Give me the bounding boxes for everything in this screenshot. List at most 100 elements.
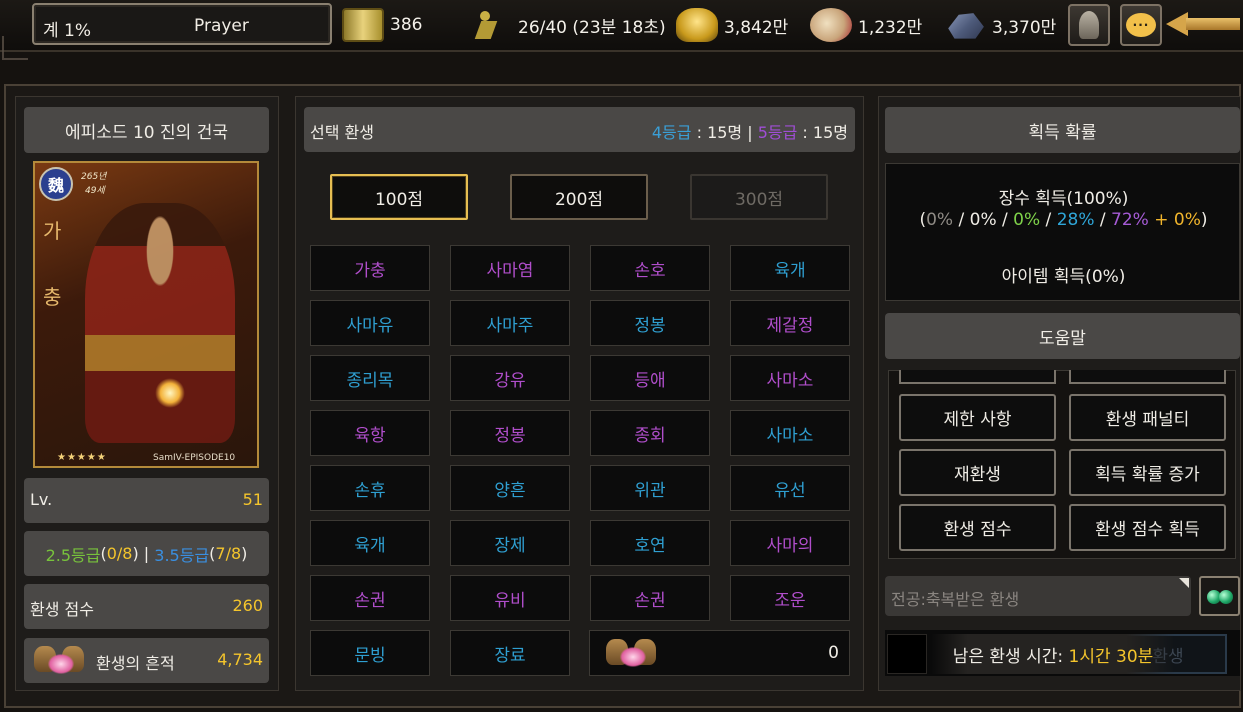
top-bar: 계 1% Prayer 386 26/40 (23분 18초) 3,842만 1…: [0, 0, 1243, 52]
trace-value: 4,734: [217, 650, 263, 669]
general-button[interactable]: 손휴: [310, 465, 430, 511]
grade-row: 2.5등급(0/8) | 3.5등급(7/8): [24, 531, 269, 576]
resource-value: 3,842만: [724, 17, 789, 38]
rate-value: 0%: [1013, 210, 1041, 230]
general-button[interactable]: 육항: [310, 410, 430, 456]
help-score-button[interactable]: 환생 점수: [899, 504, 1056, 551]
helmet-icon: [1079, 11, 1099, 39]
trace-cost-slot: 0: [589, 630, 850, 676]
trace-label: 환생의 흔적: [96, 654, 175, 673]
general-button[interactable]: 조운: [730, 575, 850, 621]
general-button[interactable]: 문빙: [310, 630, 430, 676]
general-button[interactable]: 강유: [450, 355, 570, 401]
back-arrow-button[interactable]: [1166, 10, 1240, 38]
help-rate-increase-button[interactable]: 획득 확률 증가: [1069, 449, 1226, 496]
points-200-button[interactable]: 200점: [510, 174, 648, 220]
grade4-label: 4등급: [651, 123, 692, 142]
episode-title: 에피소드 10 진의 건국: [24, 107, 269, 153]
general-button[interactable]: 종리목: [310, 355, 430, 401]
help-score-earn-button[interactable]: 환생 점수 획득: [1069, 504, 1226, 551]
general-button[interactable]: 손호: [590, 245, 710, 291]
general-button[interactable]: 육개: [310, 520, 430, 566]
general-button[interactable]: 사마소: [730, 410, 850, 456]
status-box[interactable]: 계 1% Prayer: [32, 3, 332, 45]
general-button[interactable]: 위관: [590, 465, 710, 511]
timer-value: 1시간 30분: [1068, 646, 1154, 667]
grade-b-count: 7/8: [215, 544, 242, 563]
general-button[interactable]: 정봉: [450, 410, 570, 456]
general-button[interactable]: 등애: [590, 355, 710, 401]
corner-ornament: [2, 36, 28, 60]
general-button[interactable]: 사마소: [730, 355, 850, 401]
grade5-label: 5등급: [757, 123, 798, 142]
level-row: Lv. 51: [24, 478, 269, 523]
general-button[interactable]: 육개: [730, 245, 850, 291]
general-button[interactable]: 양흔: [450, 465, 570, 511]
resource-value: 1,232만: [858, 17, 923, 38]
general-acquisition: 장수 획득(100%): [998, 189, 1129, 209]
card-name-char: 충: [43, 285, 62, 309]
help-rebirth-again-button[interactable]: 재환생: [899, 449, 1056, 496]
general-button[interactable]: 제갈정: [730, 300, 850, 346]
chat-bubble-icon: ···: [1126, 13, 1156, 37]
general-button[interactable]: 사마의: [730, 520, 850, 566]
general-button[interactable]: 호연: [590, 520, 710, 566]
rate-value: 0%: [926, 210, 954, 230]
rebirth-timer: 남은 환생 시간: 1시간 30분: [931, 634, 1175, 674]
orb-button[interactable]: [1199, 576, 1240, 616]
paren: ): [241, 544, 248, 563]
general-button[interactable]: 손권: [590, 575, 710, 621]
general-button[interactable]: 장료: [450, 630, 570, 676]
points-300-button[interactable]: 300점: [690, 174, 828, 220]
general-button[interactable]: 사마염: [450, 245, 570, 291]
help-button-partial[interactable]: [899, 370, 1056, 384]
resource-value: 3,370만: [992, 17, 1057, 38]
grade4-count: : 15명 |: [691, 123, 758, 142]
general-button[interactable]: 장제: [450, 520, 570, 566]
general-button[interactable]: 가충: [310, 245, 430, 291]
rarity-stars: ★★★★★: [57, 452, 107, 463]
level-label: Lv.: [30, 490, 53, 509]
iron-icon: [948, 13, 984, 39]
grade-b-label: 3.5등급: [154, 545, 210, 565]
status-percent: 계 1%: [43, 21, 92, 41]
food-icon: [810, 8, 852, 42]
trace-icon: [604, 635, 662, 671]
rate-value: 0%: [1173, 210, 1201, 230]
resource-value: 26/40 (23분 18초): [518, 17, 666, 38]
separator: /: [1040, 210, 1057, 230]
separator: |: [138, 544, 155, 563]
separator: /: [996, 210, 1014, 230]
score-value: 260: [232, 596, 263, 615]
timer-label: 남은 환생 시간:: [952, 646, 1069, 667]
profile-button[interactable]: [1068, 4, 1110, 46]
selection-title: 선택 환생: [310, 123, 374, 142]
card-tag: SamIV-EPISODE10: [153, 453, 236, 463]
help-button-partial[interactable]: [1069, 370, 1226, 384]
general-button[interactable]: 유비: [450, 575, 570, 621]
grade-a-count: 0/8: [106, 544, 133, 563]
grade5-count: : 15명: [797, 123, 848, 142]
points-100-button[interactable]: 100점: [330, 174, 468, 220]
help-penalty-button[interactable]: 환생 패널티: [1069, 394, 1226, 441]
separator: +: [1148, 210, 1174, 230]
paren: ): [1200, 210, 1208, 230]
rate-breakdown: (0% / 0% / 0% / 28% / 72% + 0%): [886, 210, 1241, 230]
kingdom-emblem: 魏: [39, 167, 73, 201]
acquisition-title: 획득 확률: [885, 107, 1240, 153]
general-button[interactable]: 사마유: [310, 300, 430, 346]
card-age: 49세: [85, 186, 105, 196]
general-button[interactable]: 유선: [730, 465, 850, 511]
general-button[interactable]: 종회: [590, 410, 710, 456]
general-button[interactable]: 정봉: [590, 300, 710, 346]
resource-value: 386: [390, 15, 423, 35]
help-restrictions-button[interactable]: 제한 사항: [899, 394, 1056, 441]
score-label: 환생 점수: [30, 600, 94, 619]
general-card[interactable]: 魏 265년 49세 가 충 ★★★★★ SamIV-EPISODE10: [33, 161, 259, 468]
rebirth-bar: 환생 남은 환생 시간: 1시간 30분: [885, 630, 1240, 676]
chat-button[interactable]: ···: [1120, 4, 1162, 46]
general-button[interactable]: 손권: [310, 575, 430, 621]
general-button[interactable]: 사마주: [450, 300, 570, 346]
chat-input[interactable]: 전공:축복받은 환생: [885, 576, 1191, 616]
trace-icon: [32, 642, 90, 678]
